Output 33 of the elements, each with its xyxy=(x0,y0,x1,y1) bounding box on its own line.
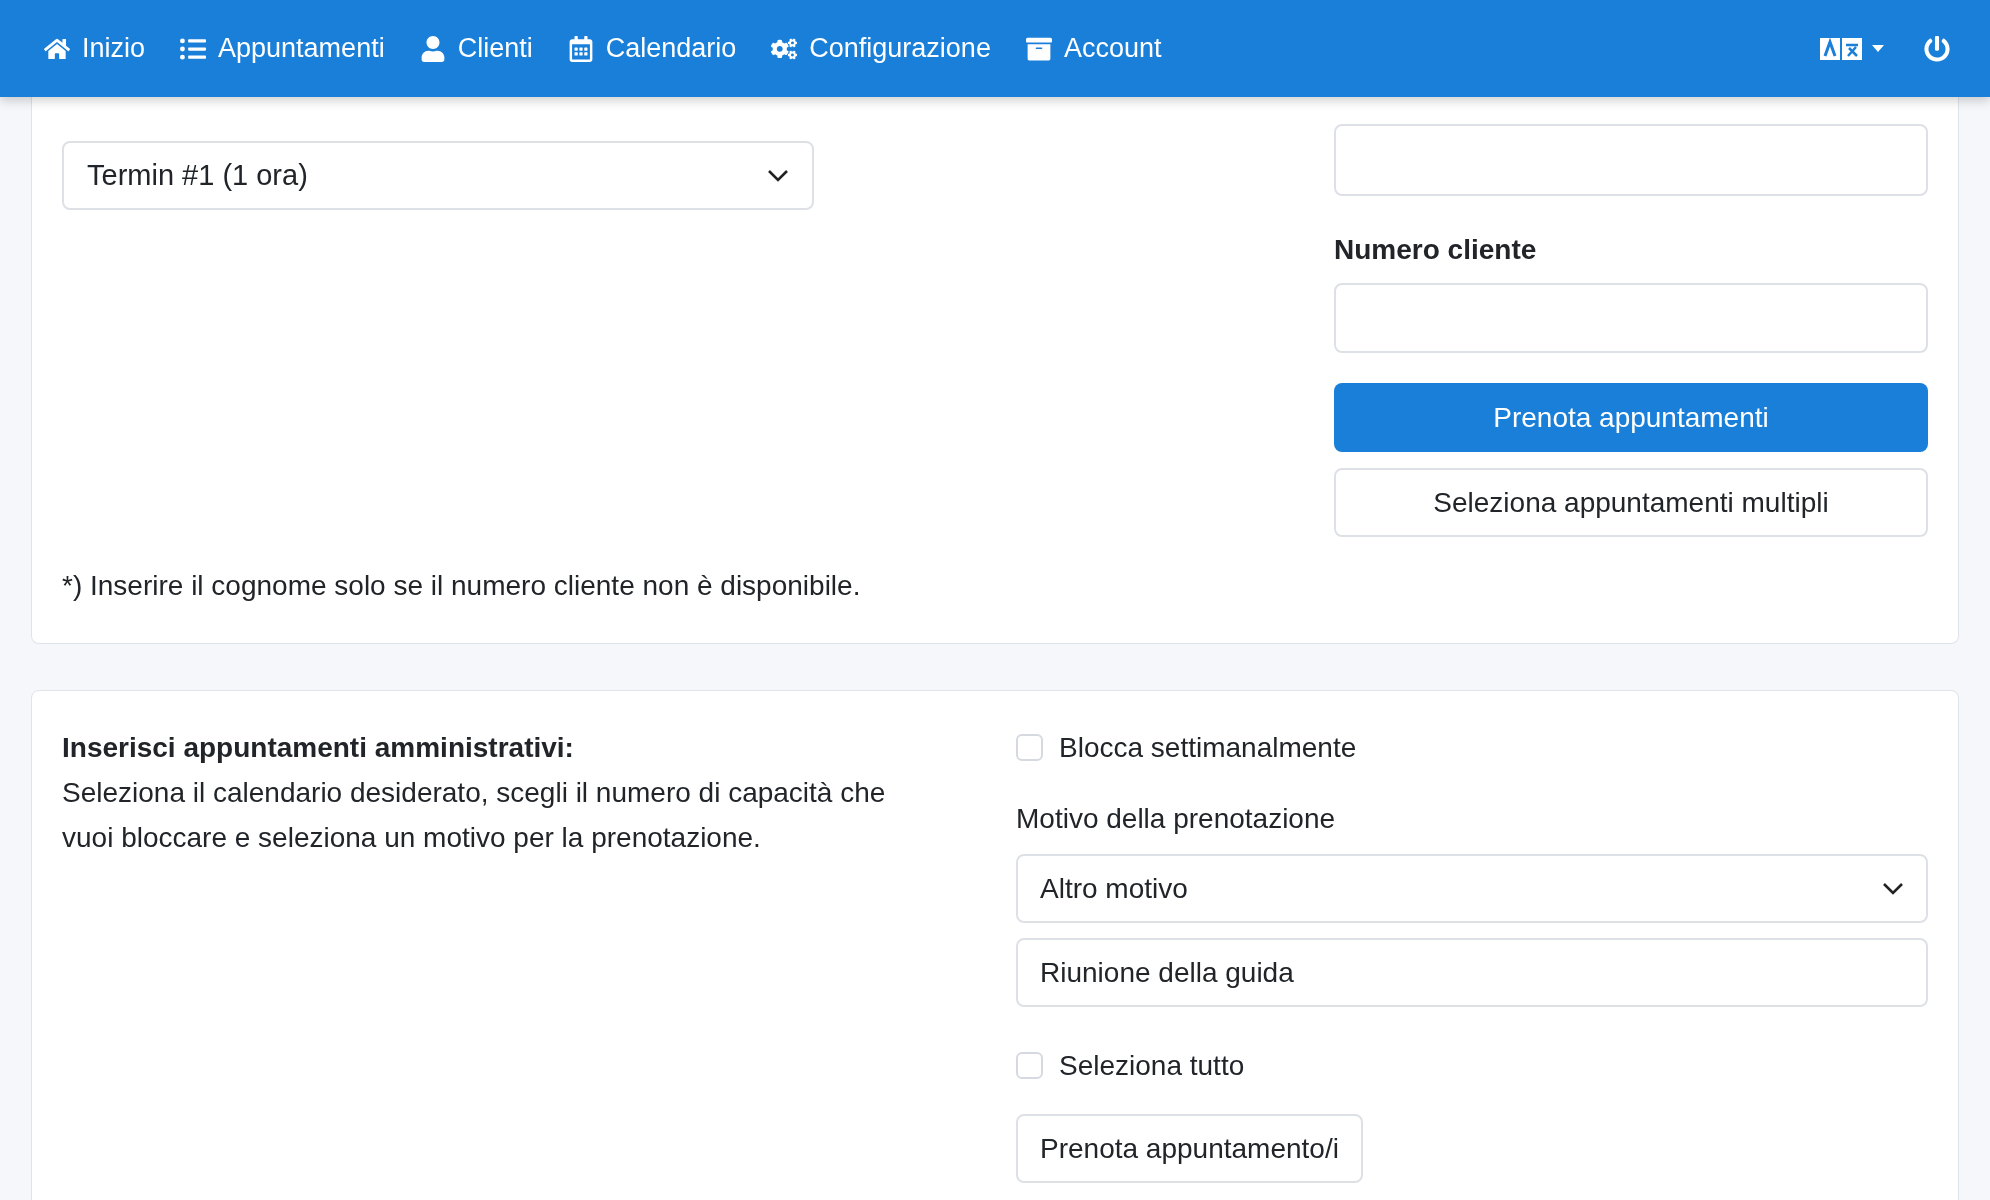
nav-link[interactable]: Configurazione xyxy=(771,28,991,69)
card-title: Inserisci appuntamenti amministrativi: xyxy=(62,731,575,765)
multi-select-button[interactable]: Seleziona appuntamenti multipli xyxy=(1334,468,1928,537)
nav-link[interactable]: Inizio xyxy=(44,28,146,69)
nav-link[interactable]: Appuntamenti xyxy=(180,28,385,69)
caret-icon xyxy=(1872,44,1884,53)
appointment-select[interactable]: Termin #1 (1 ora) xyxy=(62,141,814,210)
power-icon[interactable] xyxy=(1924,35,1950,62)
archive-icon xyxy=(1025,35,1052,62)
field-label: Motivo della prenotazione xyxy=(1016,802,1337,836)
book-button[interactable]: Prenota appuntamenti xyxy=(1334,383,1928,452)
checkbox[interactable] xyxy=(1016,734,1043,761)
field-label: Numero cliente xyxy=(1334,233,1538,267)
user-icon xyxy=(419,35,446,62)
customer-number-field[interactable] xyxy=(1334,283,1928,353)
language-button[interactable] xyxy=(1820,37,1884,60)
nav-link[interactable]: Account xyxy=(1025,28,1162,69)
checkbox[interactable] xyxy=(1016,1052,1043,1079)
chevron-down-icon xyxy=(1882,881,1904,896)
surname-field[interactable] xyxy=(1334,124,1928,196)
nav-link[interactable]: Clienti xyxy=(419,28,533,69)
list-icon xyxy=(180,35,207,62)
translate-icon xyxy=(1820,37,1862,60)
chevron-down-icon xyxy=(767,168,789,183)
submit-button[interactable]: Prenota appuntamento/i xyxy=(1016,1114,1363,1183)
reason-field[interactable]: Riunione della guida xyxy=(1016,938,1928,1007)
checkbox-label: Blocca settimanalmente xyxy=(1059,730,1357,765)
footnote: *) Inserire il cognome solo se il numero cliente non è disponibile. xyxy=(62,569,862,603)
card-description: Seleziona il calendario desiderato, scegli il numero di capacità che vuoi bloccare e seleziona un motivo per la prenotazione. xyxy=(62,776,887,855)
checkbox-label: Seleziona tutto xyxy=(1059,1048,1245,1083)
nav-link[interactable]: Calendario xyxy=(567,28,737,69)
reason-select[interactable]: Altro motivo xyxy=(1016,854,1928,923)
calendar-icon xyxy=(567,35,594,62)
